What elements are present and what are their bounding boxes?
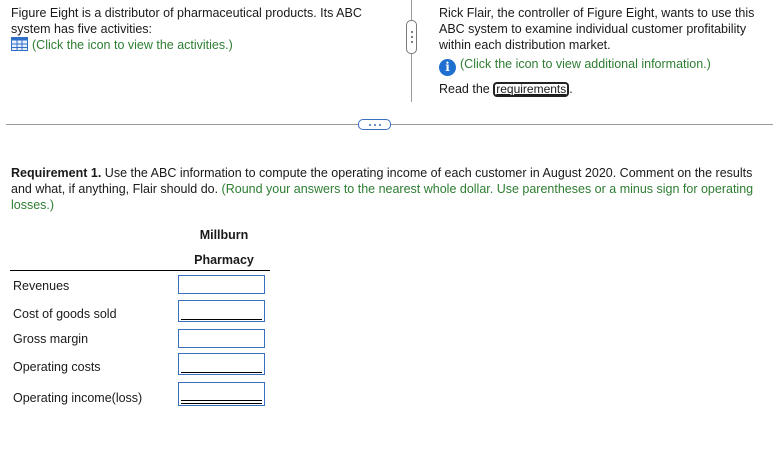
row-label-revenues: Revenues: [13, 279, 70, 293]
cost-of-goods-sold-input[interactable]: [178, 300, 265, 322]
requirements-button[interactable]: requirements: [493, 82, 570, 97]
intro-text: Figure Eight is a distributor of pharmac…: [11, 6, 362, 36]
vertical-resize-handle[interactable]: [406, 20, 417, 54]
column-header-pharmacy: Pharmacy: [194, 253, 254, 267]
info-icon[interactable]: i: [439, 59, 456, 76]
gross-margin-input[interactable]: [178, 329, 265, 348]
additional-info-link-text[interactable]: (Click the icon to view additional infor…: [460, 57, 711, 71]
operating-income-loss-input[interactable]: [178, 382, 265, 406]
header-rule: [10, 270, 270, 271]
activities-link[interactable]: (Click the icon to view the activities.): [11, 37, 396, 53]
read-requirements-line: Read the requirements.: [439, 81, 769, 97]
period-text: .: [569, 82, 573, 96]
controller-text: Rick Flair, the controller of Figure Eig…: [439, 6, 755, 52]
row-label-cost-of-goods-sold: Cost of goods sold: [13, 307, 117, 321]
info-panel: Rick Flair, the controller of Figure Eig…: [439, 5, 769, 97]
read-the-text: Read the: [439, 82, 490, 96]
revenues-input[interactable]: [178, 275, 265, 294]
row-label-operating-income-loss: Operating income(loss): [13, 391, 143, 405]
additional-info-link[interactable]: i (Click the icon to view additional info…: [439, 56, 769, 76]
row-label-operating-costs: Operating costs: [13, 360, 101, 374]
requirement-text: Requirement 1. Use the ABC information t…: [11, 165, 773, 213]
activities-link-text[interactable]: (Click the icon to view the activities.): [32, 38, 233, 52]
column-header-millburn: Millburn: [199, 228, 249, 242]
activities-panel: Figure Eight is a distributor of pharmac…: [11, 5, 396, 53]
table-grid-icon[interactable]: [11, 37, 28, 51]
operating-costs-input[interactable]: [178, 353, 265, 375]
requirement-label: Requirement 1.: [11, 166, 102, 180]
horizontal-resize-handle[interactable]: [358, 119, 391, 130]
row-label-gross-margin: Gross margin: [13, 332, 89, 346]
